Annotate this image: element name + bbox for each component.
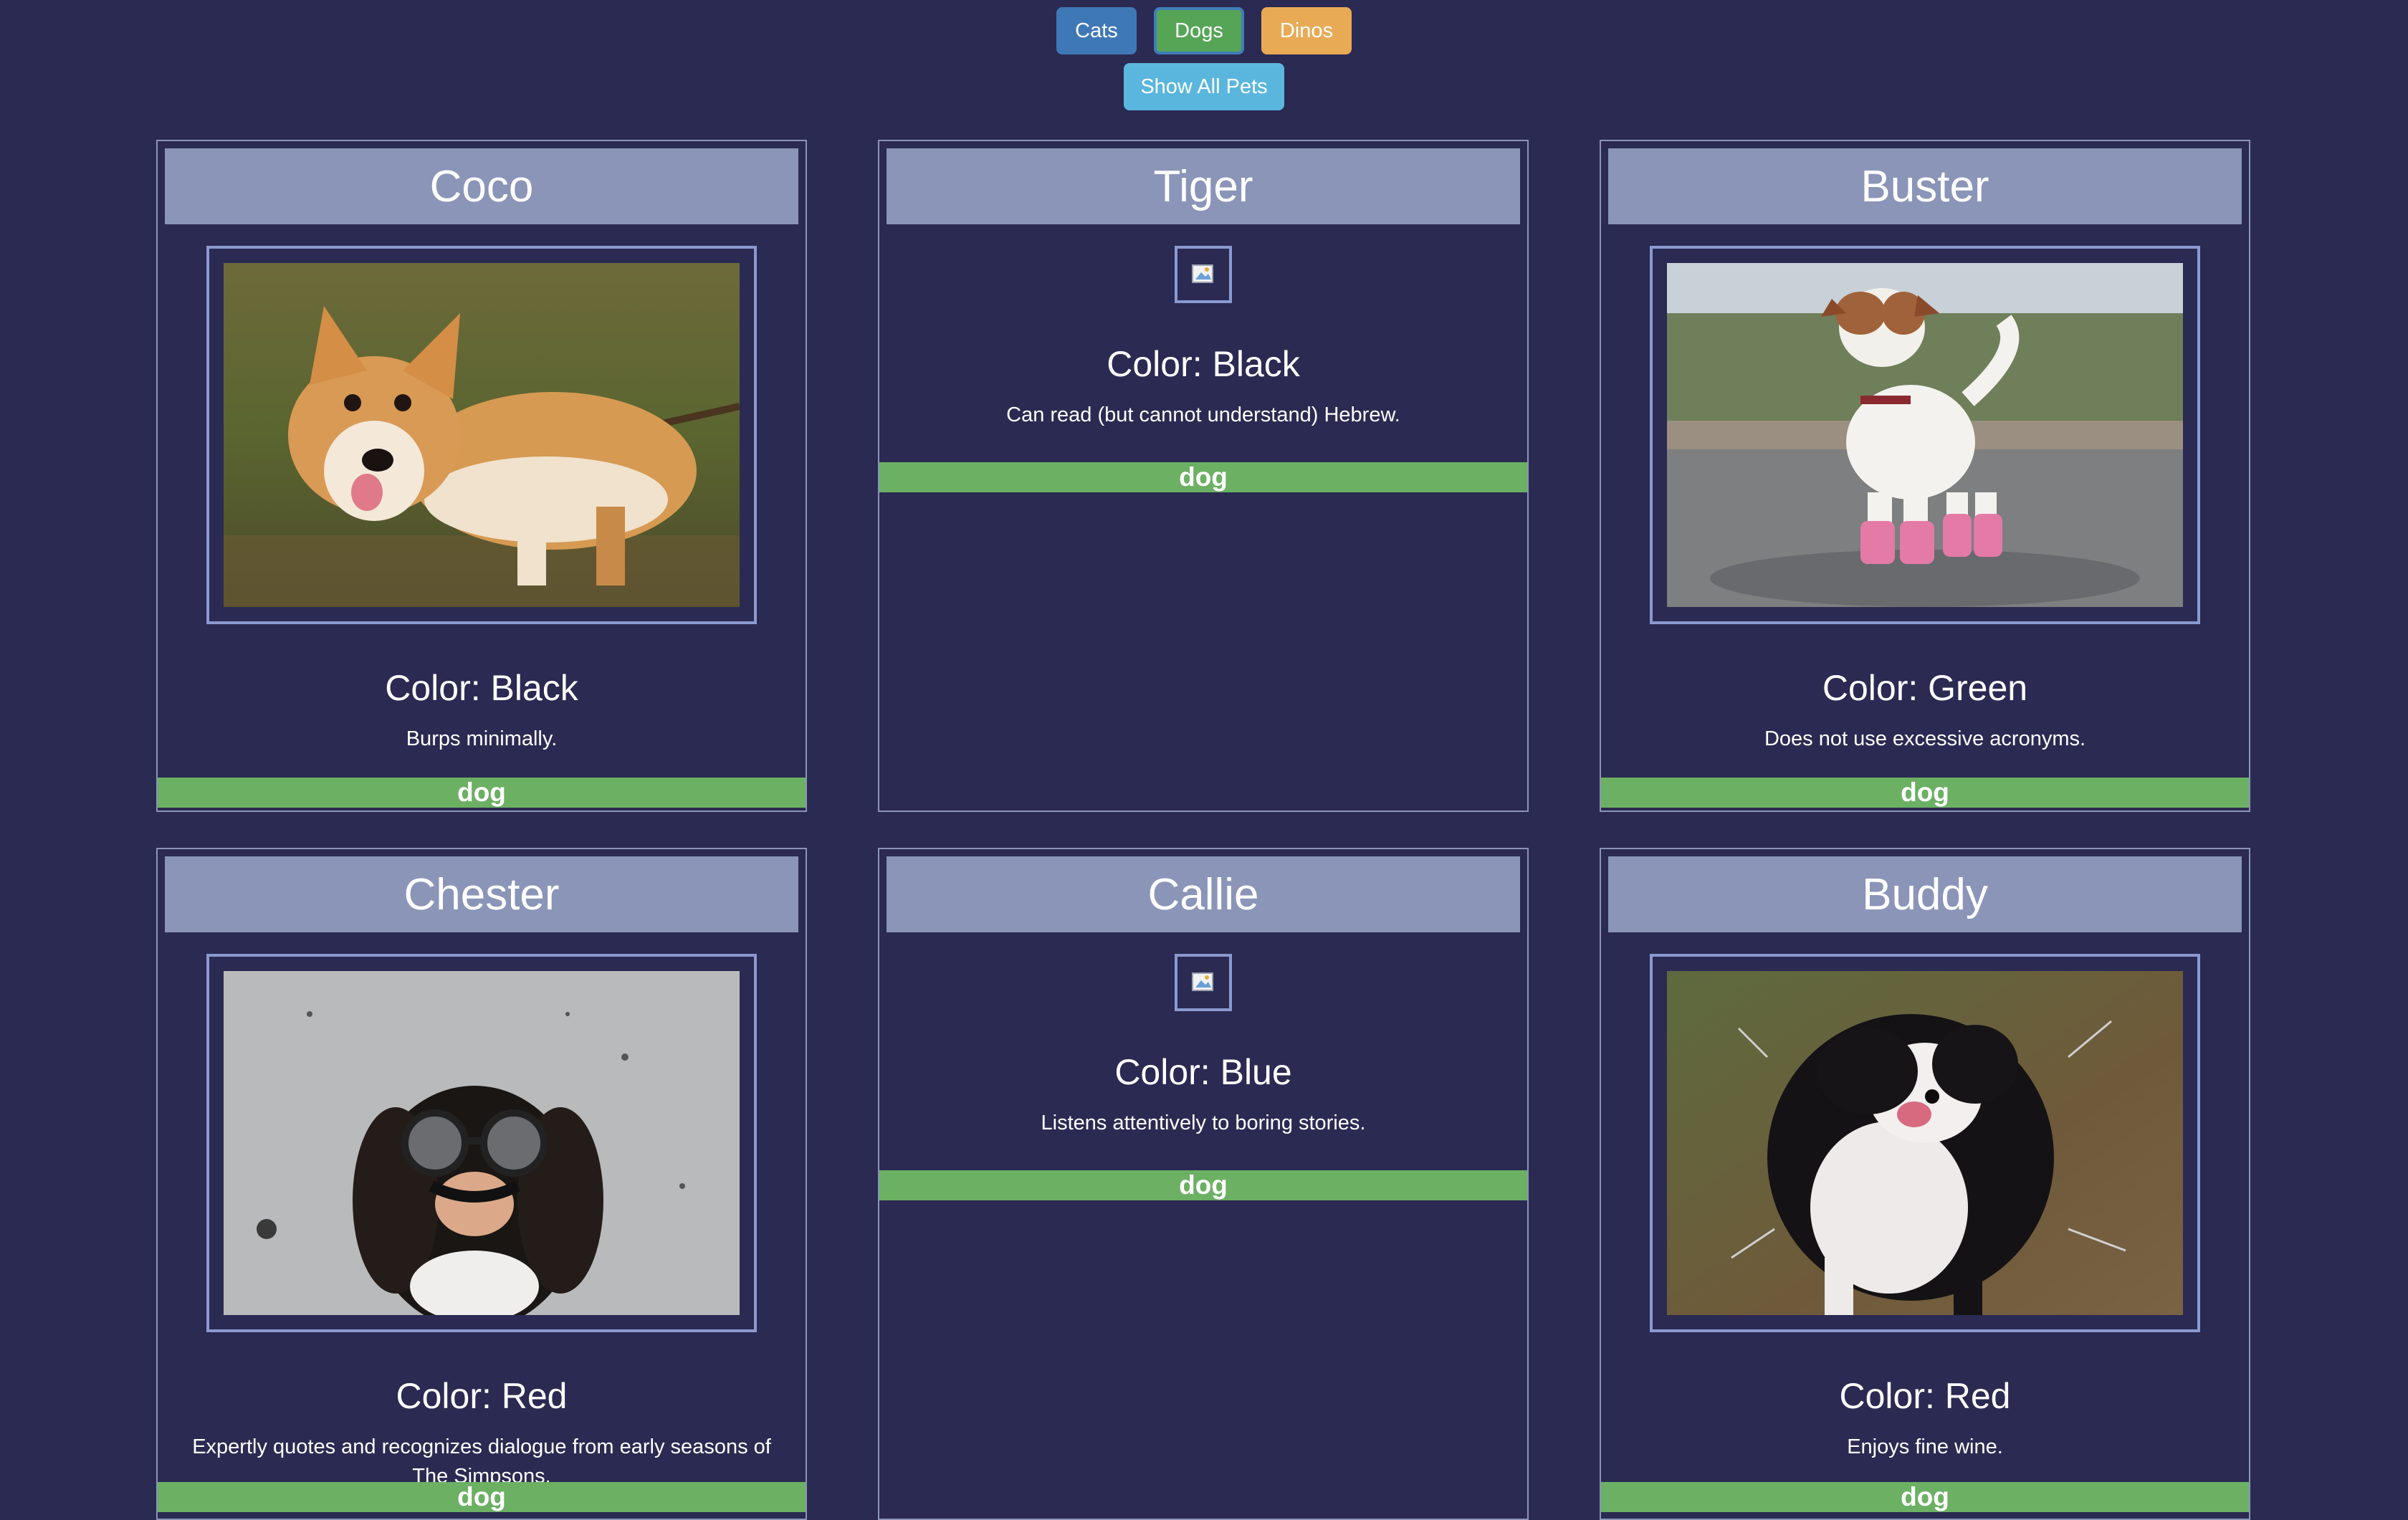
- pet-name: Chester: [165, 856, 798, 932]
- pet-photo: [224, 263, 740, 607]
- pet-description: Can read (but cannot understand) Hebrew.: [1006, 403, 1400, 426]
- pet-type-badge: dog: [1601, 778, 2249, 808]
- pet-description: Enjoys fine wine.: [1847, 1435, 2003, 1458]
- pet-type-badge: dog: [158, 778, 806, 808]
- pet-card: Callie Color: Blue Listens attentively t…: [878, 848, 1529, 1520]
- pet-card: Chester Color: Red Expertly quotes and r…: [156, 848, 807, 1520]
- broken-image-icon: [1191, 970, 1215, 995]
- pet-name: Tiger: [887, 148, 1520, 224]
- pet-description: Does not use excessive acronyms.: [1764, 727, 2086, 750]
- show-all-row: Show All Pets: [0, 63, 2408, 110]
- pet-type-badge: dog: [158, 1482, 806, 1512]
- pet-color: Color: Green: [1822, 668, 2028, 708]
- pet-type-badge: dog: [1601, 1482, 2249, 1512]
- filter-bar: Cats Dogs Dinos: [0, 7, 2408, 54]
- pet-color: Color: Blue: [1114, 1052, 1292, 1092]
- pet-card: Coco Color: Black Burps minimally. dog: [156, 140, 807, 812]
- pet-photo-frame: [1175, 246, 1232, 303]
- pet-name: Buster: [1608, 148, 2242, 224]
- pet-name: Buddy: [1608, 856, 2242, 932]
- pet-name: Coco: [165, 148, 798, 224]
- pet-photo-frame: [1650, 954, 2200, 1332]
- pet-photo-frame: [1650, 246, 2200, 624]
- dinos-filter-button[interactable]: Dinos: [1261, 7, 1352, 54]
- pet-photo-frame: [1175, 954, 1232, 1011]
- cats-filter-button[interactable]: Cats: [1056, 7, 1137, 54]
- pet-photo: [224, 971, 740, 1315]
- pet-color: Color: Red: [1839, 1376, 2011, 1416]
- pet-description: Listens attentively to boring stories.: [1041, 1112, 1366, 1134]
- dogs-filter-button[interactable]: Dogs: [1154, 7, 1244, 54]
- pet-color: Color: Black: [385, 668, 578, 708]
- pet-photo-frame: [206, 246, 757, 624]
- pet-card: Tiger Color: Black Can read (but cannot …: [878, 140, 1529, 812]
- show-all-pets-button[interactable]: Show All Pets: [1124, 63, 1284, 110]
- pet-photo: [1667, 971, 2183, 1315]
- broken-image-icon: [1191, 262, 1215, 287]
- pet-color: Color: Black: [1107, 344, 1300, 384]
- pet-photo: [1667, 263, 2183, 607]
- pet-name: Callie: [887, 856, 1520, 932]
- pet-card: Buddy Color: Red Enjoys fine wine. dog: [1600, 848, 2250, 1520]
- pet-photo-frame: [206, 954, 757, 1332]
- pet-grid: Coco Color: Black Burps minimally. dog T…: [156, 140, 2250, 1520]
- pet-description: Burps minimally.: [406, 727, 558, 750]
- pet-type-badge: dog: [879, 462, 1527, 492]
- pet-type-badge: dog: [879, 1170, 1527, 1200]
- pet-color: Color: Red: [396, 1376, 568, 1416]
- pet-card: Buster Color: Green Does not use excessi…: [1600, 140, 2250, 812]
